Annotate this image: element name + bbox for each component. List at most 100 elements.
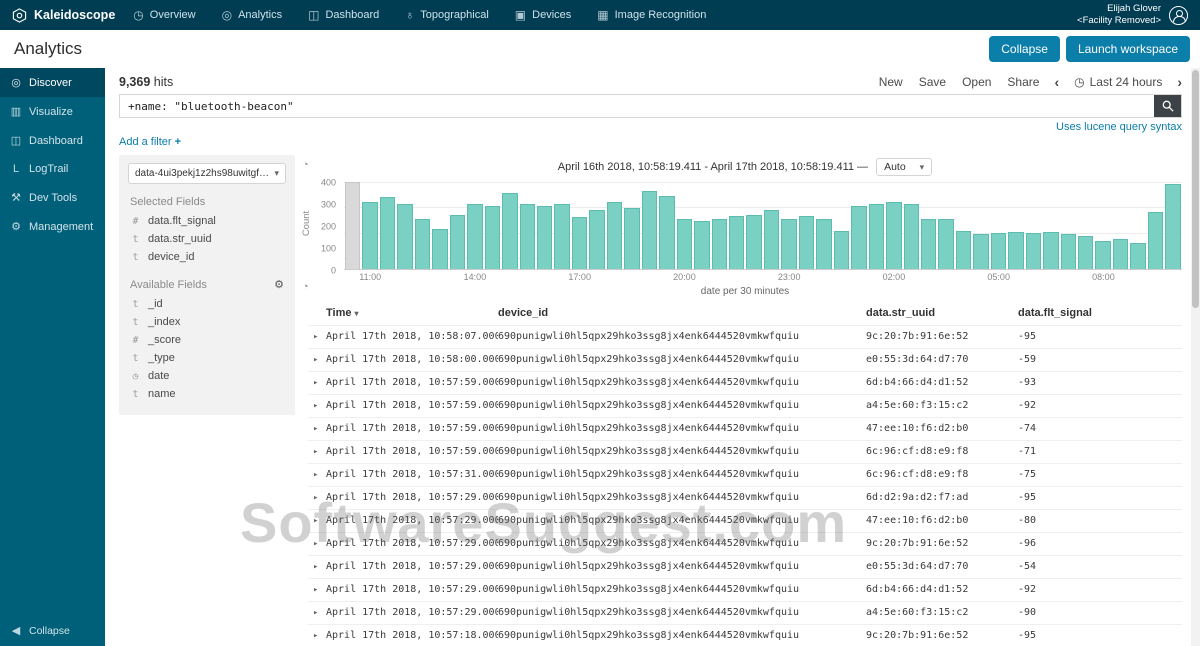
- table-row[interactable]: April 17th 2018, 10:57:29.000 690punigwl…: [308, 601, 1182, 624]
- lucene-syntax-link[interactable]: Uses lucene query syntax: [1056, 121, 1182, 133]
- histogram-bar[interactable]: [1008, 232, 1024, 269]
- histogram-bar[interactable]: [1060, 234, 1077, 269]
- table-row[interactable]: April 17th 2018, 10:57:59.000 690punigwl…: [308, 417, 1182, 440]
- expand-row-icon[interactable]: [308, 515, 326, 526]
- expand-row-icon[interactable]: [308, 469, 326, 480]
- add-filter-link[interactable]: Add a filter +: [119, 136, 181, 148]
- expand-row-icon[interactable]: [308, 492, 326, 503]
- sidebar-item[interactable]: ⚙ Management: [0, 212, 105, 241]
- histogram-bar[interactable]: [728, 215, 745, 269]
- histogram-bar[interactable]: [1130, 242, 1146, 269]
- histogram-bar[interactable]: [624, 208, 640, 269]
- sidebar-collapse-button[interactable]: ◀ Collapse: [0, 615, 105, 646]
- histogram-bar[interactable]: [1025, 233, 1042, 269]
- collapse-button[interactable]: Collapse: [989, 36, 1060, 62]
- search-input[interactable]: +name: "bluetooth-beacon": [120, 95, 1154, 117]
- histogram-bar[interactable]: [938, 218, 954, 269]
- histogram-bar[interactable]: [432, 228, 448, 269]
- table-row[interactable]: April 17th 2018, 10:57:29.000 690punigwl…: [308, 555, 1182, 578]
- toolbar-action[interactable]: Save: [919, 75, 946, 89]
- field-settings-gear-icon[interactable]: ⚙: [274, 278, 284, 291]
- top-nav-item[interactable]: ◎ Analytics: [222, 8, 283, 22]
- histogram-bar[interactable]: [659, 196, 675, 269]
- field-item[interactable]: t name: [128, 385, 286, 403]
- field-item[interactable]: t device_id: [128, 248, 286, 266]
- histogram-bar[interactable]: [502, 192, 518, 269]
- histogram-bar[interactable]: [362, 201, 378, 269]
- field-item[interactable]: t _id: [128, 295, 286, 313]
- histogram-bar[interactable]: [903, 203, 919, 269]
- column-header-time[interactable]: Time ▾: [326, 307, 498, 319]
- histogram-bar[interactable]: [606, 201, 623, 269]
- expand-row-icon[interactable]: [308, 331, 326, 342]
- top-nav-item[interactable]: ▦ Image Recognition: [597, 8, 706, 22]
- expand-row-icon[interactable]: [308, 607, 326, 618]
- expand-row-icon[interactable]: [308, 354, 326, 365]
- field-item[interactable]: ◷ date: [128, 367, 286, 385]
- top-nav-item[interactable]: ◷ Overview: [133, 8, 195, 22]
- histogram-bar[interactable]: [1147, 212, 1164, 269]
- histogram-bar[interactable]: [397, 203, 413, 269]
- toolbar-action[interactable]: Open: [962, 75, 991, 89]
- table-row[interactable]: April 17th 2018, 10:57:59.000 690punigwl…: [308, 440, 1182, 463]
- histogram-bar[interactable]: [467, 203, 483, 269]
- sidebar-item[interactable]: ⚒ Dev Tools: [0, 183, 105, 212]
- histogram-bar[interactable]: [798, 215, 815, 269]
- histogram-bar[interactable]: [589, 210, 605, 269]
- histogram-bar[interactable]: [781, 218, 797, 269]
- expand-row-icon[interactable]: [308, 400, 326, 411]
- top-nav-item[interactable]: ♁ Topographical: [405, 8, 489, 22]
- histogram-bar[interactable]: [833, 230, 850, 269]
- table-row[interactable]: April 17th 2018, 10:57:29.000 690punigwl…: [308, 578, 1182, 601]
- histogram-bar[interactable]: [484, 205, 501, 269]
- table-row[interactable]: April 17th 2018, 10:57:29.000 690punigwl…: [308, 486, 1182, 509]
- histogram-bar[interactable]: [973, 234, 989, 269]
- sidebar-item[interactable]: L LogTrail: [0, 155, 105, 183]
- histogram-bar[interactable]: [1043, 232, 1059, 269]
- field-item[interactable]: # data.flt_signal: [128, 212, 286, 230]
- histogram-bar[interactable]: [746, 214, 762, 269]
- app-logo[interactable]: Kaleidoscope: [12, 7, 115, 23]
- histogram-bar[interactable]: [868, 203, 885, 269]
- chart-inspect-icon[interactable]: ◔: [302, 159, 309, 171]
- expand-row-icon[interactable]: [308, 423, 326, 434]
- expand-row-icon[interactable]: [308, 377, 326, 388]
- histogram-bar[interactable]: [571, 216, 588, 269]
- histogram-bar[interactable]: [641, 190, 658, 269]
- table-row[interactable]: April 17th 2018, 10:57:18.000 690punigwl…: [308, 624, 1182, 646]
- user-menu[interactable]: Elijah Glover <Facility Removed>: [1077, 3, 1188, 28]
- field-item[interactable]: t _index: [128, 313, 286, 331]
- toolbar-action[interactable]: New: [879, 75, 903, 89]
- table-row[interactable]: April 17th 2018, 10:57:59.000 690punigwl…: [308, 394, 1182, 417]
- histogram-bar[interactable]: [851, 205, 867, 269]
- top-nav-item[interactable]: ◫ Dashboard: [308, 8, 379, 22]
- index-pattern-selector[interactable]: data-4ui3pekj1z2hs98uwitgfckka-* ▾: [128, 163, 286, 184]
- table-row[interactable]: April 17th 2018, 10:58:07.000 690punigwl…: [308, 325, 1182, 348]
- column-header-device-id[interactable]: device_id: [498, 307, 866, 319]
- field-item[interactable]: # _score: [128, 331, 286, 349]
- histogram-bar[interactable]: [414, 218, 431, 269]
- histogram-bar[interactable]: [955, 230, 972, 269]
- histogram-bar[interactable]: [536, 205, 553, 269]
- table-row[interactable]: April 17th 2018, 10:57:59.000 690punigwl…: [308, 371, 1182, 394]
- top-nav-item[interactable]: ▣ Devices: [515, 8, 571, 22]
- table-row[interactable]: April 17th 2018, 10:58:00.000 690punigwl…: [308, 348, 1182, 371]
- histogram-bar[interactable]: [1165, 184, 1181, 269]
- launch-workspace-button[interactable]: Launch workspace: [1065, 36, 1190, 62]
- expand-row-icon[interactable]: [308, 538, 326, 549]
- time-back-button[interactable]: ‹: [1054, 75, 1059, 89]
- expand-row-icon[interactable]: [308, 584, 326, 595]
- field-item[interactable]: t data.str_uuid: [128, 230, 286, 248]
- histogram-bar[interactable]: [554, 203, 570, 269]
- expand-row-icon[interactable]: [308, 561, 326, 572]
- table-row[interactable]: April 17th 2018, 10:57:29.000 690punigwl…: [308, 509, 1182, 532]
- histogram-bar[interactable]: [1095, 240, 1111, 269]
- histogram-bar[interactable]: [711, 218, 727, 269]
- histogram-bar[interactable]: [345, 182, 361, 269]
- search-button[interactable]: [1154, 95, 1181, 117]
- table-row[interactable]: April 17th 2018, 10:57:31.000 690punigwl…: [308, 463, 1182, 486]
- interval-select[interactable]: Auto ▾: [876, 158, 933, 176]
- table-row[interactable]: April 17th 2018, 10:57:29.000 690punigwl…: [308, 532, 1182, 555]
- histogram-bar[interactable]: [676, 218, 693, 269]
- expand-row-icon[interactable]: [308, 630, 326, 641]
